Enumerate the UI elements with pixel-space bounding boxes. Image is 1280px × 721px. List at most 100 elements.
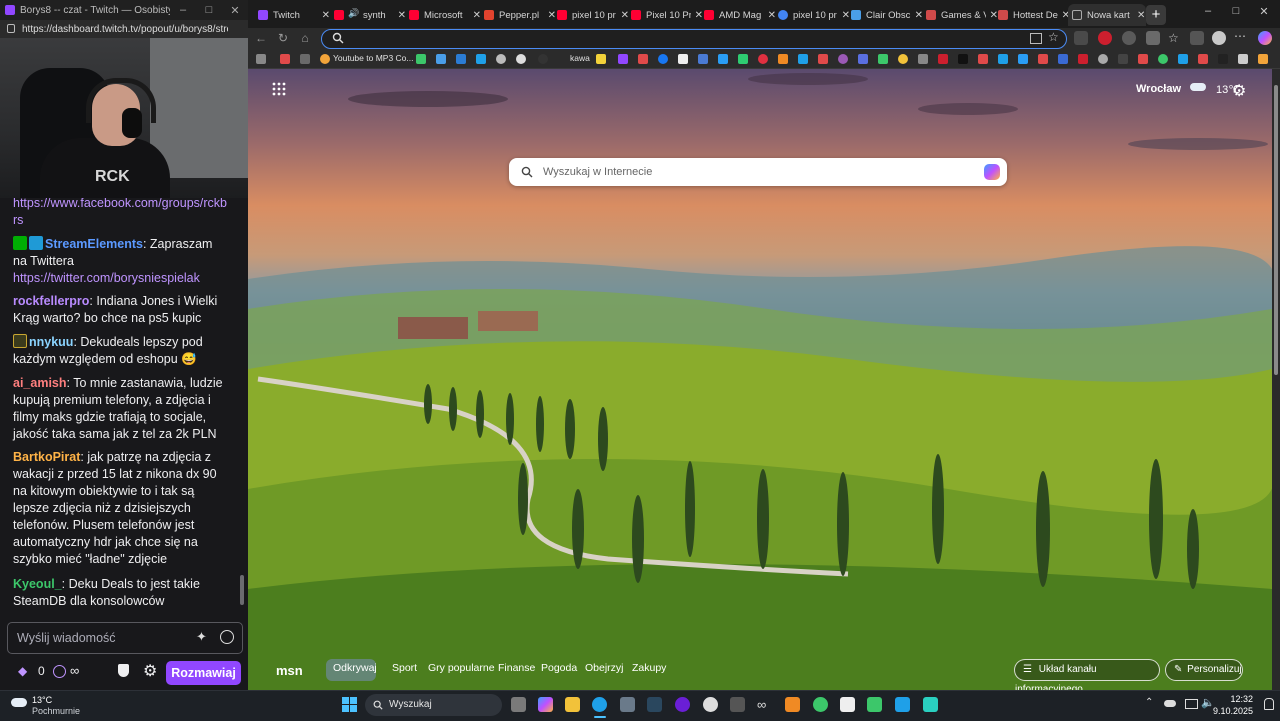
tab-close-icon[interactable]: ✕ [322,10,330,21]
x-icon[interactable] [678,54,688,64]
feed-tab-sport[interactable]: Sport [392,662,417,674]
more-menu-icon[interactable]: ⋯ [1234,30,1248,45]
tab-close-icon[interactable]: ✕ [842,10,850,21]
tray-monitor-icon[interactable] [1185,699,1198,709]
apps-grid-icon[interactable] [272,82,286,96]
taskbar-weather-temp[interactable]: 13°C [32,695,52,705]
tab-close-icon[interactable]: ✕ [473,10,481,21]
shield-icon[interactable] [118,664,129,677]
terminal-icon[interactable] [730,697,745,712]
browser-tab[interactable]: Twitch ✕ [258,4,330,26]
minimize-icon[interactable]: – [1194,5,1222,17]
browser-tab[interactable]: Pixel 10 Pr ✕ [631,4,703,26]
task-view-icon[interactable] [511,697,526,712]
favorite-icon[interactable] [1038,54,1048,64]
page-scrollbar[interactable] [1272,69,1280,690]
steam-icon[interactable] [647,697,662,712]
favorite-icon[interactable] [1058,54,1068,64]
close-icon[interactable]: ✕ [222,4,248,17]
favorite-icon[interactable] [638,54,648,64]
profile-avatar[interactable] [1212,31,1226,45]
favorite-icon[interactable] [1018,54,1028,64]
browser-tab[interactable]: pixel 10 pr ✕ [557,4,629,26]
store-icon[interactable] [620,697,635,712]
taskbar-search-box[interactable]: Wyszukaj [365,694,502,716]
browser-tab[interactable]: pixel 10 pr ✕ [778,4,850,26]
favorite-icon[interactable] [718,54,728,64]
maximize-icon[interactable]: □ [1222,5,1250,17]
copilot-icon[interactable] [1258,31,1272,45]
tab-close-icon[interactable]: ✕ [695,10,703,21]
chat-username[interactable]: nnykuu [29,335,73,349]
copilot-icon[interactable] [984,164,1000,180]
browser-tab[interactable]: Hottest De ✕ [998,4,1070,26]
feed-tab-games[interactable]: Gry popularne [428,662,495,674]
browser-tab[interactable]: Clair Obsc ✕ [851,4,923,26]
feed-layout-button[interactable]: ☰ Układ kanału informacyjnego [1014,659,1160,690]
scrollbar-thumb[interactable] [1274,85,1278,375]
tab-close-icon[interactable]: ✕ [990,10,998,21]
tab-close-icon[interactable]: ✕ [768,10,776,21]
app-icon[interactable] [840,697,855,712]
file-explorer-icon[interactable] [565,697,580,712]
bits-icon[interactable]: ◆ [18,664,27,678]
favorite-icon[interactable] [918,54,928,64]
app-icon[interactable] [703,697,718,712]
tray-chevron-icon[interactable]: ⌃ [1145,697,1153,708]
app-icon[interactable] [867,697,882,712]
favorite-icon[interactable] [698,54,708,64]
app-icon[interactable] [895,697,910,712]
chat-username[interactable]: ai_amish [13,376,67,390]
reader-mode-icon[interactable] [1030,33,1042,44]
extensions-icon[interactable] [1146,31,1160,45]
audio-icon[interactable]: 🔊 [348,8,359,19]
web-search-box[interactable]: Wyszukaj w Internecie [509,158,1007,186]
app-icon[interactable] [675,697,690,712]
extension-icon[interactable] [1074,31,1088,45]
new-tab-button[interactable]: + [1146,5,1166,25]
refresh-icon[interactable]: ↻ [275,30,291,46]
chat-username[interactable]: StreamElements [45,237,143,251]
address-bar[interactable]: ☆ [321,29,1067,49]
favorite-icon[interactable] [1118,54,1128,64]
maximize-icon[interactable]: □ [196,4,222,16]
favorite-icon[interactable] [838,54,848,64]
favorite-icon[interactable] [958,54,968,64]
feed-tab-weather[interactable]: Pogoda [541,662,577,674]
favorite-icon[interactable] [596,54,606,64]
infinity-app-icon[interactable]: ∞ [757,697,772,712]
favorite-icon[interactable] [1258,54,1268,64]
favorite-star-icon[interactable]: ☆ [1048,30,1059,44]
taskbar-time[interactable]: 12:32 [1223,694,1253,704]
windows-start-icon[interactable] [342,697,357,712]
favorite-icon[interactable] [456,54,466,64]
favorite-icon[interactable] [280,54,290,64]
favorite-icon[interactable] [300,54,310,64]
browser-tab[interactable]: Microsoft ✕ [409,4,481,26]
app-icon[interactable] [923,697,938,712]
message-link[interactable]: https://twitter.com/borysniespielak [13,270,229,287]
favorite-icon[interactable] [1218,54,1228,64]
extension-icon[interactable] [1122,31,1136,45]
favorite-icon[interactable] [476,54,486,64]
channel-points-icon[interactable] [53,665,66,678]
collections-icon[interactable] [1190,31,1204,45]
favorite-icon[interactable] [798,54,808,64]
home-icon[interactable]: ⌂ [297,30,313,46]
tab-close-icon[interactable]: ✕ [548,10,556,21]
message-link[interactable]: https://www.facebook.com/groups/rckbrs [13,198,227,227]
browser-tab[interactable]: Pepper.pl ✕ [484,4,556,26]
chat-username[interactable]: rockfellerpro [13,294,89,308]
youtube-mp3-icon[interactable] [320,54,330,64]
favorite-icon[interactable] [738,54,748,64]
favorite-icon[interactable] [998,54,1008,64]
browser-tab[interactable]: Games & V ✕ [926,4,998,26]
app-icon[interactable] [785,697,800,712]
feed-tab-discover[interactable]: Odkrywaj [333,662,377,674]
minimize-icon[interactable]: – [170,4,196,16]
chat-scrollbar[interactable] [240,575,244,605]
favorite-icon[interactable] [1238,54,1248,64]
facebook-icon[interactable] [658,54,668,64]
sparkle-icon[interactable]: ✦ [196,629,207,645]
edge-taskbar-icon[interactable] [592,697,607,712]
